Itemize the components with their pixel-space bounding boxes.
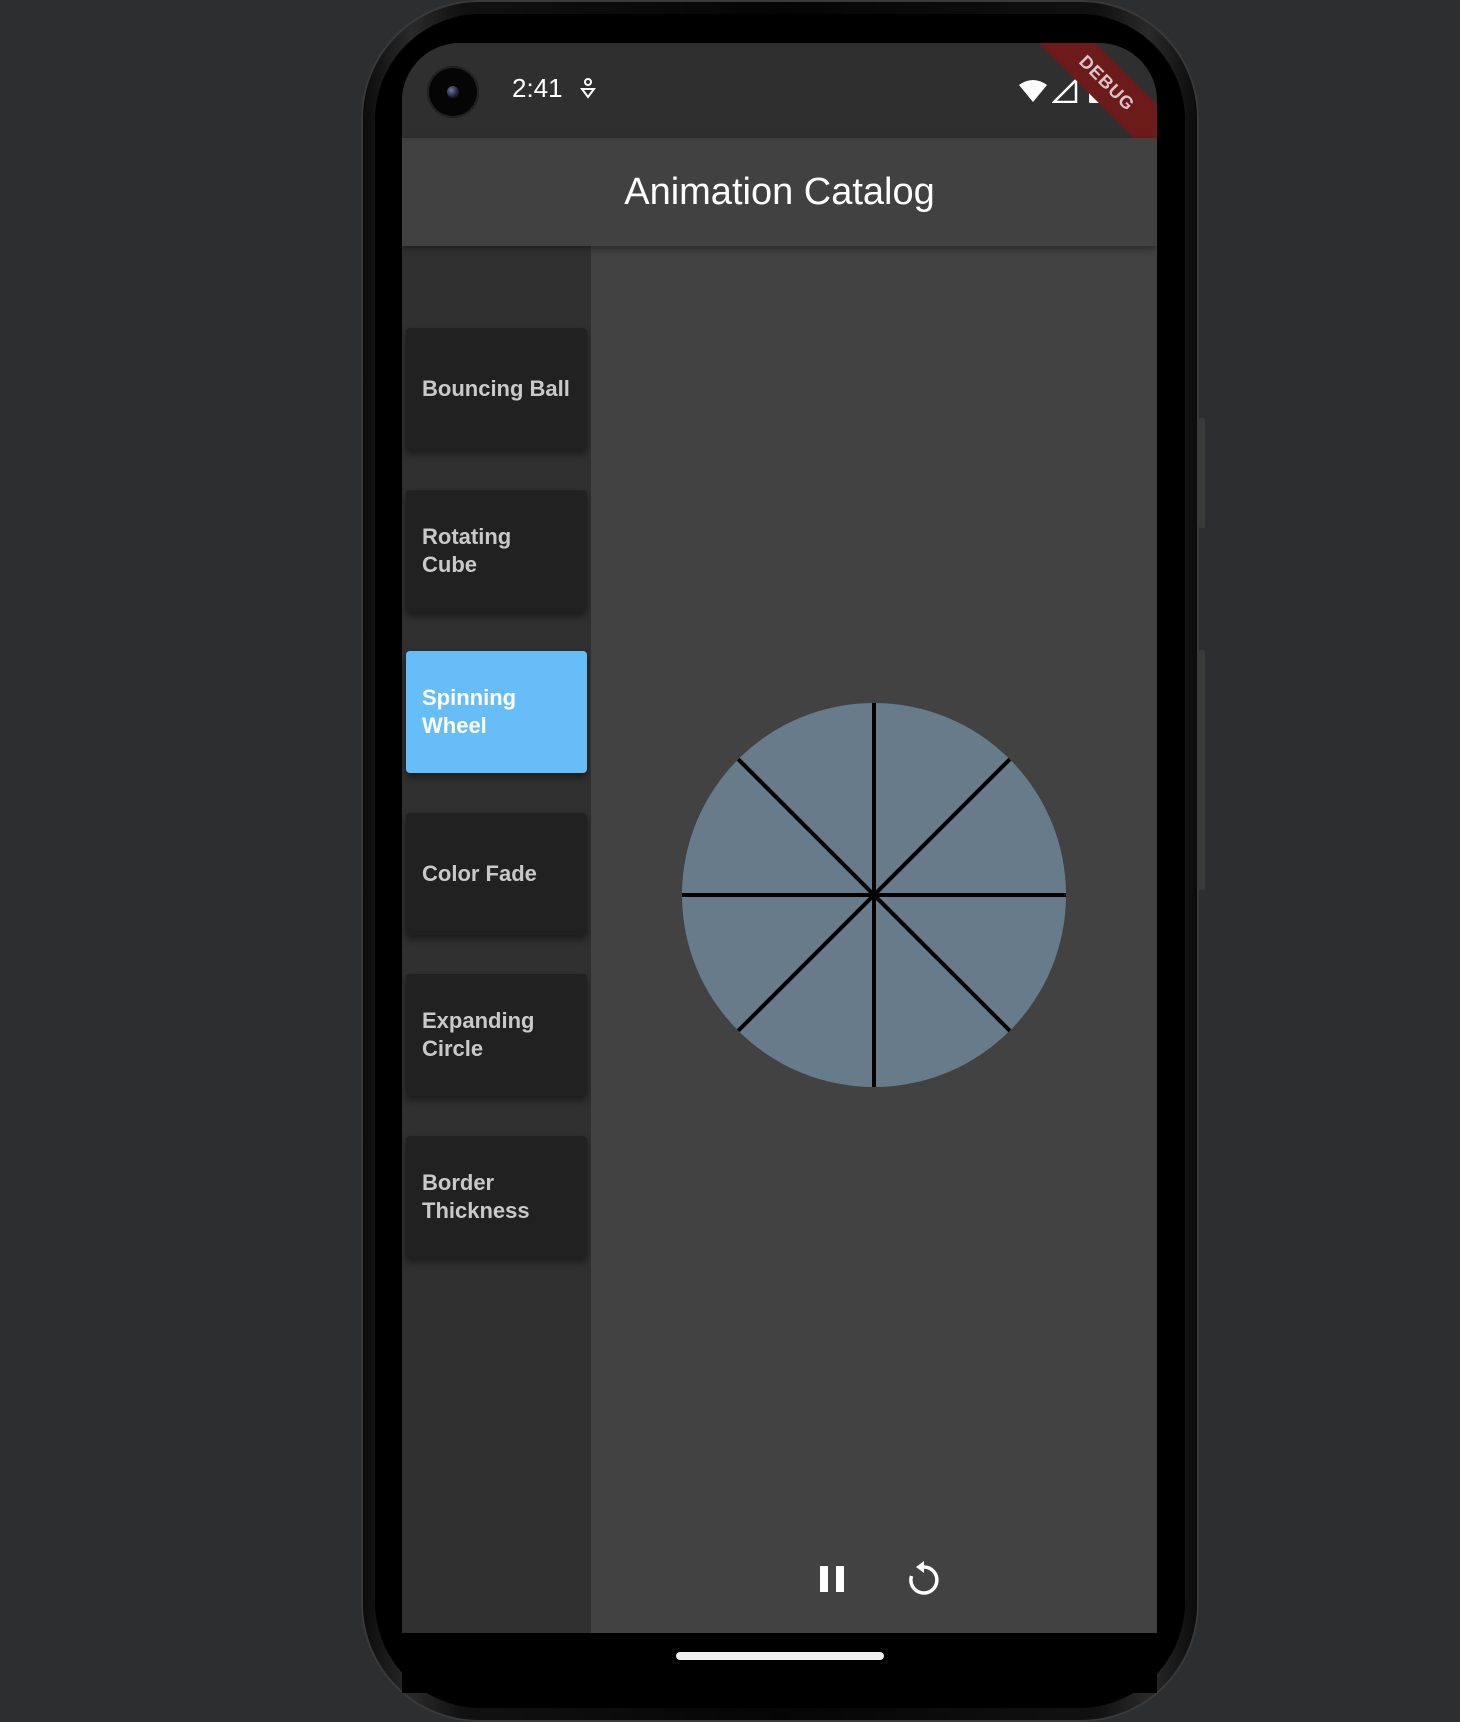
app-bar: Animation Catalog: [402, 138, 1157, 246]
sidebar-item-expanding-circle[interactable]: Expanding Circle: [406, 974, 587, 1096]
sidebar-item-label: Border Thickness: [422, 1170, 530, 1223]
sidebar-item-label: Rotating Cube: [422, 524, 512, 577]
sidebar-item-rotating-cube[interactable]: Rotating Cube: [406, 490, 587, 612]
home-indicator[interactable]: [676, 1652, 884, 1660]
sidebar-item-label: Spinning Wheel: [422, 685, 517, 738]
power-button: [1199, 418, 1205, 528]
pause-icon: [820, 1566, 844, 1592]
device-screen: 2:41 DEBUG Animation Catalog Bouncing Ba…: [402, 43, 1157, 1633]
signal-icon: [1050, 76, 1078, 108]
status-bar: 2:41 DEBUG: [402, 43, 1157, 175]
sidebar-item-label: Bouncing Ball: [422, 376, 570, 401]
replay-button[interactable]: [900, 1555, 948, 1603]
sidebar: Bouncing Ball Rotating Cube Spinning Whe…: [402, 246, 591, 1633]
animation-canvas: [591, 246, 1157, 1633]
status-time: 2:41: [512, 73, 563, 103]
sidebar-item-spinning-wheel[interactable]: Spinning Wheel: [406, 651, 587, 773]
sidebar-item-label: Color Fade: [422, 861, 537, 886]
wifi-icon: [1018, 79, 1048, 108]
replay-icon: [909, 1561, 939, 1595]
sidebar-item-label: Expanding Circle: [422, 1008, 535, 1061]
spinning-wheel: [682, 703, 1066, 1087]
sidebar-item-border-thickness[interactable]: Border Thickness: [406, 1136, 587, 1258]
front-camera: [427, 66, 479, 118]
volume-button: [1199, 650, 1205, 890]
page-title: Animation Catalog: [624, 170, 935, 213]
navigation-bar: [402, 1633, 1157, 1693]
pause-button[interactable]: [808, 1555, 856, 1603]
sidebar-item-bouncing-ball[interactable]: Bouncing Ball: [406, 328, 587, 450]
notification-icon: [580, 77, 596, 106]
wheel-spokes: [682, 703, 1066, 1087]
sidebar-item-color-fade[interactable]: Color Fade: [406, 813, 587, 935]
